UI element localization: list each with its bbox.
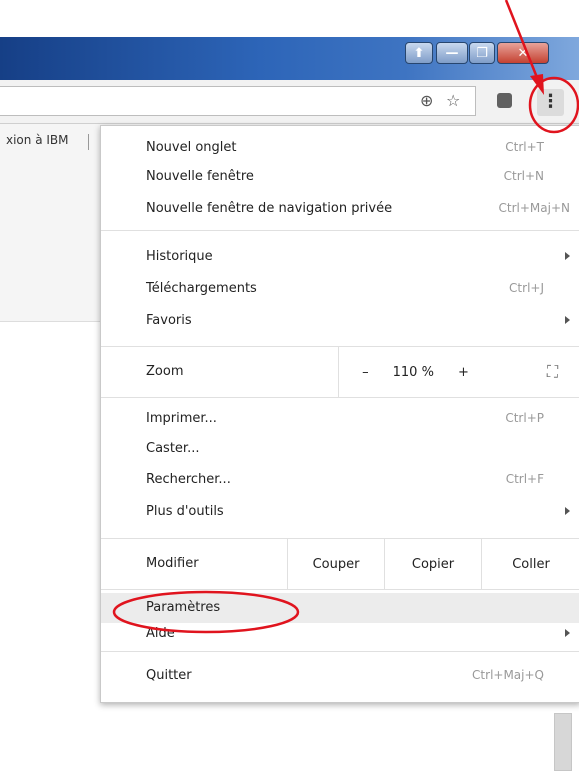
menu-item-new-tab[interactable]: Nouvel onglet Ctrl+T	[101, 134, 579, 163]
menu-item-print[interactable]: Imprimer... Ctrl+P	[101, 405, 579, 434]
zoom-label: Zoom	[146, 364, 184, 379]
menu-item-settings[interactable]: Paramètres	[101, 593, 579, 623]
bookmark-separator	[88, 134, 89, 150]
menu-item-shortcut: Ctrl+F	[505, 472, 544, 486]
menu-item-shortcut: Ctrl+T	[505, 140, 544, 154]
menu-item-label: Quitter	[146, 668, 192, 683]
zoom-level: 110 %	[392, 364, 434, 380]
menu-item-shortcut: Ctrl+Maj+Q	[472, 668, 544, 682]
scrollbar[interactable]	[554, 713, 572, 771]
maximize-button[interactable]: ❐	[469, 42, 495, 64]
close-icon: ✕	[517, 45, 529, 61]
zoom-in-button[interactable]: +	[458, 365, 469, 380]
menu-item-bookmarks[interactable]: Favoris	[101, 307, 579, 336]
menu-item-shortcut: Ctrl+N	[503, 169, 544, 183]
submenu-arrow-icon	[565, 252, 570, 260]
menu-item-quit[interactable]: Quitter Ctrl+Maj+Q	[101, 662, 579, 691]
submenu-arrow-icon	[565, 629, 570, 637]
menu-item-label: Nouvelle fenêtre de navigation privée	[146, 201, 393, 216]
page-content	[0, 160, 100, 322]
menu-item-more-tools[interactable]: Plus d'outils	[101, 498, 579, 527]
browser-toolbar: ⊕ ☆ ⋮	[0, 80, 579, 124]
close-button[interactable]: ✕	[497, 42, 549, 64]
zoom-controls: – 110 % +	[338, 347, 492, 397]
user-button[interactable]: ⬆	[405, 42, 433, 64]
paste-button[interactable]: Coller	[481, 539, 579, 589]
menu-item-downloads[interactable]: Téléchargements Ctrl+J	[101, 275, 579, 304]
copy-label: Copier	[411, 556, 455, 572]
menu-item-label: Favoris	[146, 313, 192, 328]
extension-icon[interactable]	[497, 93, 512, 108]
chrome-menu-button[interactable]: ⋮	[537, 89, 564, 116]
menu-item-shortcut: Ctrl+P	[505, 411, 544, 425]
menu-item-label: Nouvelle fenêtre	[146, 169, 254, 184]
fullscreen-button[interactable]: ⛶	[525, 347, 579, 397]
menu-item-find[interactable]: Rechercher... Ctrl+F	[101, 466, 579, 495]
menu-item-shortcut: Ctrl+Maj+N	[498, 201, 570, 215]
edit-label: Modifier	[146, 556, 199, 571]
paste-label: Coller	[512, 556, 550, 572]
minimize-icon: —	[445, 45, 459, 61]
menu-item-label: Aide	[146, 626, 175, 641]
window-titlebar: ⬆ — ❐ ✕	[0, 37, 579, 80]
menu-item-label: Plus d'outils	[146, 504, 224, 519]
menu-divider	[101, 589, 579, 590]
menu-divider	[101, 230, 579, 231]
menu-divider	[101, 397, 579, 398]
menu-item-label: Historique	[146, 249, 213, 264]
zoom-row: Zoom – 110 % + ⛶	[101, 347, 579, 397]
cut-label: Couper	[312, 556, 360, 572]
copy-button[interactable]: Copier	[384, 539, 481, 589]
menu-item-shortcut: Ctrl+J	[509, 281, 544, 295]
maximize-icon: ❐	[476, 45, 488, 61]
minimize-button[interactable]: —	[436, 42, 468, 64]
user-icon: ⬆	[413, 45, 425, 61]
fullscreen-icon: ⛶	[546, 362, 559, 381]
chrome-main-menu: Nouvel onglet Ctrl+T Nouvelle fenêtre Ct…	[100, 125, 579, 703]
submenu-arrow-icon	[565, 507, 570, 515]
menu-item-help[interactable]: Aide	[101, 620, 579, 649]
bookmark-item[interactable]: xion à IBM	[6, 133, 69, 147]
menu-item-incognito[interactable]: Nouvelle fenêtre de navigation privée Ct…	[101, 195, 579, 224]
menu-item-label: Caster...	[146, 441, 200, 456]
menu-item-label: Paramètres	[146, 600, 221, 615]
menu-item-cast[interactable]: Caster...	[101, 435, 579, 464]
menu-item-history[interactable]: Historique	[101, 243, 579, 272]
menu-divider	[101, 651, 579, 652]
zoom-indicator-icon[interactable]: ⊕	[420, 91, 433, 111]
menu-item-label: Téléchargements	[146, 281, 257, 296]
bookmark-star-icon[interactable]: ☆	[446, 91, 460, 111]
menu-item-new-window[interactable]: Nouvelle fenêtre Ctrl+N	[101, 163, 579, 192]
menu-item-label: Nouvel onglet	[146, 140, 237, 155]
menu-item-label: Rechercher...	[146, 472, 231, 487]
submenu-arrow-icon	[565, 316, 570, 324]
address-bar[interactable]: ⊕ ☆	[0, 86, 476, 116]
edit-row: Modifier Couper Copier Coller	[101, 539, 579, 589]
menu-item-label: Imprimer...	[146, 411, 217, 426]
cut-button[interactable]: Couper	[287, 539, 384, 589]
kebab-menu-icon: ⋮	[541, 91, 560, 112]
zoom-out-button[interactable]: –	[362, 365, 369, 380]
